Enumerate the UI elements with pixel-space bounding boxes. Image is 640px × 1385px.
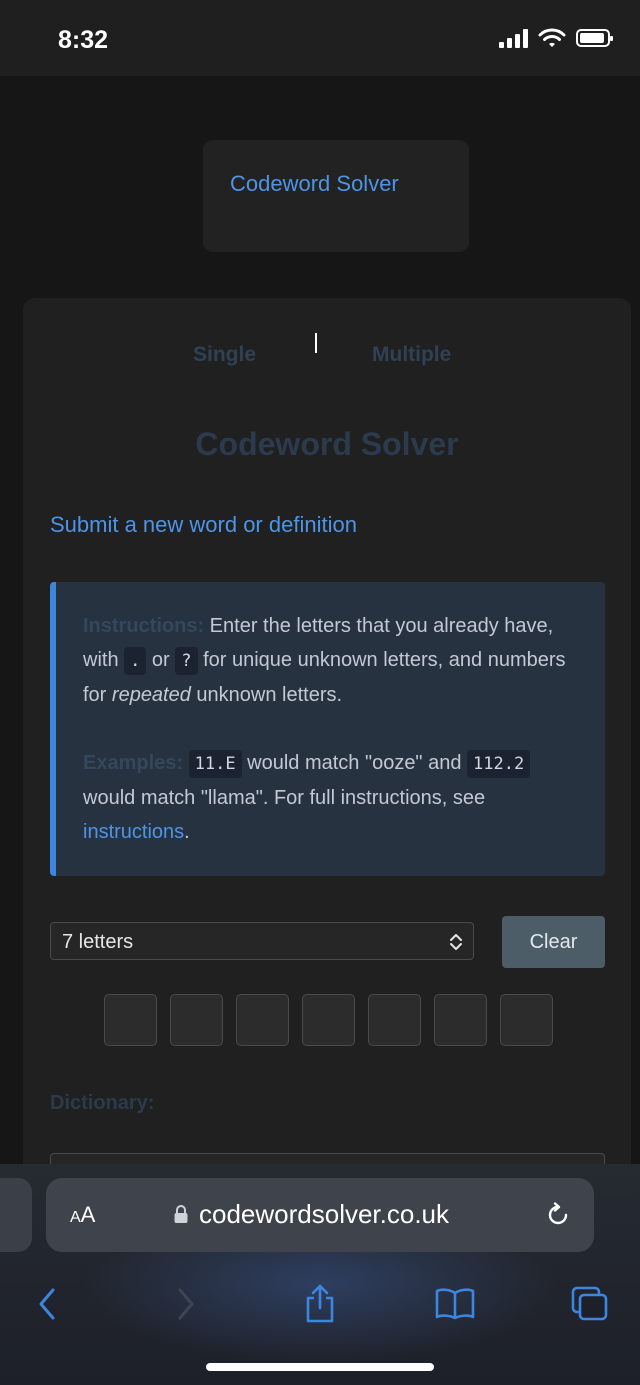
- aa-small: A: [70, 1209, 81, 1226]
- word-length-value: 7 letters: [62, 931, 134, 953]
- browser-nav-bar: [0, 1274, 640, 1334]
- examples-label: Examples:: [83, 752, 184, 774]
- instructions-text: unknown letters.: [190, 684, 343, 706]
- instructions-link[interactable]: instructions: [83, 821, 184, 843]
- battery-icon: [576, 29, 613, 47]
- code-example-1: 11.E: [188, 750, 242, 778]
- code-question: ?: [175, 647, 198, 675]
- examples-paragraph: Examples: 11.E would match "ooze" and 11…: [83, 746, 585, 849]
- examples-text: would match "llama". For full instructio…: [83, 787, 486, 809]
- examples-text: .: [184, 821, 190, 843]
- examples-text: would match "ooze" and: [241, 752, 468, 774]
- letter-box-1[interactable]: [104, 994, 157, 1046]
- dictionary-label: Dictionary:: [50, 1092, 155, 1114]
- solver-card: Single Multiple Codeword Solver Submit a…: [23, 298, 631, 1198]
- tabs-button[interactable]: [560, 1274, 620, 1334]
- letter-box-4[interactable]: [302, 994, 355, 1046]
- chevron-right-icon: [178, 1288, 194, 1320]
- clear-button[interactable]: Clear: [502, 916, 605, 968]
- instructions-panel: Instructions: Enter the letters that you…: [50, 582, 605, 876]
- text-cursor: [315, 333, 317, 353]
- share-icon: [306, 1284, 334, 1323]
- instructions-paragraph: Instructions: Enter the letters that you…: [83, 609, 585, 712]
- site-logo-text: Codeword Solver: [230, 171, 399, 196]
- code-dot: .: [124, 647, 147, 675]
- status-time: 8:32: [58, 26, 109, 54]
- aa-large: A: [80, 1202, 96, 1227]
- word-length-select[interactable]: 7 letters: [50, 922, 474, 960]
- instructions-label: Instructions:: [83, 615, 205, 637]
- lock-icon: [174, 1205, 188, 1223]
- book-icon: [435, 1288, 475, 1320]
- tab-single[interactable]: Single: [193, 343, 256, 367]
- select-updown-icon: [450, 934, 462, 950]
- instructions-text: or: [146, 649, 176, 671]
- code-example-2: 112.2: [467, 750, 531, 778]
- reload-icon[interactable]: [544, 1201, 572, 1229]
- browser-toolbar: AA codewordsolver.co.uk: [0, 1164, 640, 1385]
- back-button[interactable]: [17, 1274, 77, 1334]
- previous-tab-preview[interactable]: [0, 1178, 32, 1252]
- bookmarks-button[interactable]: [425, 1274, 485, 1334]
- status-icons: [499, 28, 613, 48]
- status-bar: 8:32: [0, 0, 640, 76]
- letter-box-2[interactable]: [170, 994, 223, 1046]
- letter-box-5[interactable]: [368, 994, 421, 1046]
- url-text: codewordsolver.co.uk: [199, 1199, 450, 1229]
- letter-inputs: [104, 994, 553, 1046]
- forward-button[interactable]: [156, 1274, 216, 1334]
- address-bar[interactable]: AA codewordsolver.co.uk: [46, 1178, 594, 1252]
- tab-multiple[interactable]: Multiple: [372, 343, 451, 367]
- submit-word-link[interactable]: Submit a new word or definition: [50, 512, 357, 538]
- tabs-icon: [571, 1286, 608, 1321]
- letter-box-3[interactable]: [236, 994, 289, 1046]
- cellular-signal-icon: [499, 28, 528, 48]
- site-logo[interactable]: Codeword Solver: [203, 140, 469, 252]
- letter-box-6[interactable]: [434, 994, 487, 1046]
- reader-settings-button[interactable]: AA: [70, 1202, 95, 1228]
- wifi-icon: [538, 28, 566, 47]
- chevron-left-icon: [39, 1288, 55, 1320]
- share-button[interactable]: [290, 1274, 350, 1334]
- instructions-emphasis: repeated: [111, 684, 191, 706]
- letter-box-7[interactable]: [500, 994, 553, 1046]
- page-title: Codeword Solver: [195, 426, 459, 462]
- home-indicator[interactable]: [206, 1363, 434, 1371]
